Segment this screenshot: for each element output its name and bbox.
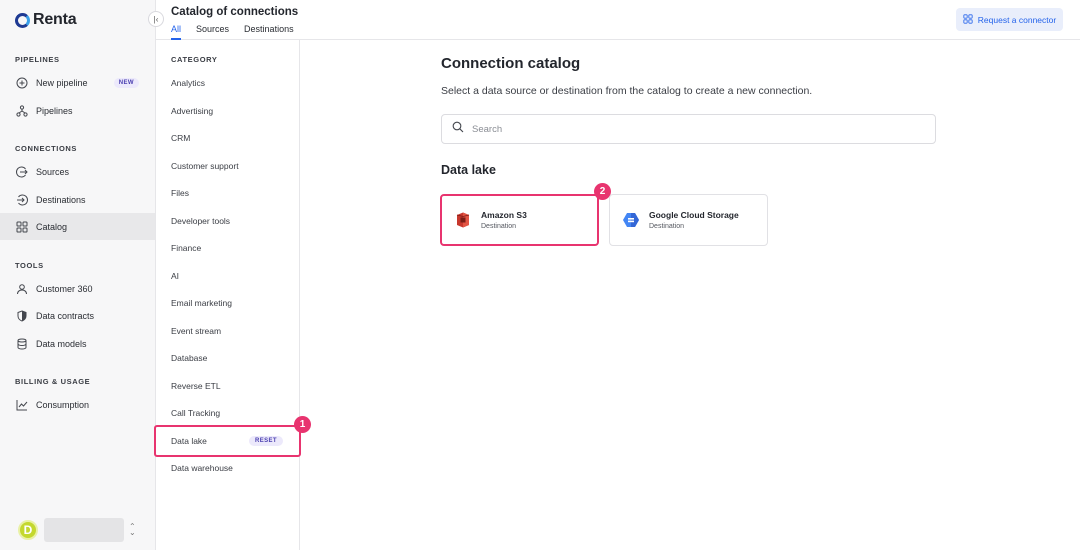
destination-icon <box>16 194 28 206</box>
chevron-left-icon: |‹ <box>153 14 159 24</box>
sidebar-item-catalog[interactable]: Catalog <box>0 213 155 240</box>
main-subtitle: Select a data source or destination from… <box>441 85 813 97</box>
reset-filter-button[interactable]: RESET <box>248 436 283 446</box>
app-name: Renta <box>33 11 77 28</box>
sidebar-item-pipelines[interactable]: Pipelines <box>0 97 155 124</box>
category-item-developer-tools[interactable]: Developer tools <box>171 216 230 226</box>
sidebar-item-new-pipeline[interactable]: New pipeline NEW <box>0 69 155 96</box>
category-item-data-warehouse[interactable]: Data warehouse <box>171 463 233 473</box>
connector-card-google-cloud-storage[interactable]: Google Cloud Storage Destination <box>609 194 768 246</box>
category-item-data-lake[interactable]: Data lake RESET <box>154 425 301 457</box>
main-title: Connection catalog <box>441 55 581 72</box>
shield-icon <box>16 309 28 322</box>
pipeline-icon <box>16 104 28 117</box>
category-item-email-marketing[interactable]: Email marketing <box>171 298 232 308</box>
section-billing: BILLING & USAGE <box>15 377 91 386</box>
card-type: Destination <box>649 223 685 230</box>
request-connector-label: Request a connector <box>977 14 1057 25</box>
grid-plus-icon <box>963 13 973 26</box>
renta-logo-icon <box>15 12 30 28</box>
sidebar-item-data-models[interactable]: Data models <box>0 330 155 357</box>
category-item-crm[interactable]: CRM <box>171 133 190 143</box>
section-tools: TOOLS <box>15 261 44 270</box>
new-badge: NEW <box>113 77 139 88</box>
source-icon <box>16 166 28 178</box>
category-item-analytics[interactable]: Analytics <box>171 78 205 88</box>
amazon-s3-icon <box>454 211 472 229</box>
category-item-database[interactable]: Database <box>171 353 207 363</box>
sidebar-item-label: Data contracts <box>36 310 95 321</box>
category-list: CATEGORY Analytics Advertising CRM Custo… <box>154 40 301 550</box>
search-box[interactable] <box>441 114 936 144</box>
section-pipelines: PIPELINES <box>15 55 60 64</box>
sidebar-item-sources[interactable]: Sources <box>0 158 155 185</box>
page-title: Catalog of connections <box>171 6 299 18</box>
category-item-ai[interactable]: AI <box>171 271 179 281</box>
request-connector-button[interactable]: Request a connector <box>956 8 1063 31</box>
sidebar-item-label: Pipelines <box>36 105 73 116</box>
google-cloud-storage-icon <box>622 211 640 229</box>
tab-destinations[interactable]: Destinations <box>244 24 294 40</box>
tab-bar: All Sources Destinations <box>171 24 309 40</box>
connector-card-amazon-s3[interactable]: Amazon S3 Destination <box>440 194 599 246</box>
chart-icon <box>16 399 28 411</box>
category-item-call-tracking[interactable]: Call Tracking <box>171 408 220 418</box>
sidebar-item-destinations[interactable]: Destinations <box>0 186 155 213</box>
sidebar-item-consumption[interactable]: Consumption <box>0 391 155 418</box>
database-icon <box>16 338 28 350</box>
app-logo[interactable]: Renta <box>15 10 77 30</box>
sidebar-item-label: New pipeline <box>36 77 88 88</box>
plus-circle-icon <box>16 77 28 89</box>
user-name-redacted <box>44 518 124 542</box>
avatar: D <box>18 520 38 540</box>
category-item-event-stream[interactable]: Event stream <box>171 326 221 336</box>
card-type: Destination <box>481 223 517 230</box>
sidebar: Renta PIPELINES New pipeline NEW Pipelin… <box>0 0 156 550</box>
category-item-label: Data lake <box>171 436 207 446</box>
category-item-reverse-etl[interactable]: Reverse ETL <box>171 381 221 391</box>
sidebar-item-data-contracts[interactable]: Data contracts <box>0 302 155 329</box>
sidebar-item-label: Customer 360 <box>36 283 93 294</box>
sidebar-item-customer-360[interactable]: Customer 360 <box>0 275 155 302</box>
grid-icon <box>16 221 28 233</box>
category-item-advertising[interactable]: Advertising <box>171 106 213 116</box>
user-menu[interactable]: D ⌃ ⌄ <box>18 517 138 543</box>
category-item-files[interactable]: Files <box>171 188 189 198</box>
step-marker-1: 1 <box>294 416 311 433</box>
sidebar-item-label: Catalog <box>36 221 68 232</box>
search-input[interactable] <box>472 123 922 135</box>
page-header: Catalog of connections All Sources Desti… <box>156 0 1080 40</box>
card-name: Google Cloud Storage <box>649 210 739 220</box>
category-item-customer-support[interactable]: Customer support <box>171 161 239 171</box>
category-item-finance[interactable]: Finance <box>171 243 201 253</box>
user-icon <box>16 283 28 295</box>
category-heading: CATEGORY <box>171 55 218 64</box>
collapse-sidebar-button[interactable]: |‹ <box>148 11 164 27</box>
chevron-updown-icon: ⌃ ⌄ <box>129 522 136 537</box>
section-connections: CONNECTIONS <box>15 144 78 153</box>
search-icon <box>452 120 464 138</box>
card-name: Amazon S3 <box>481 210 527 220</box>
tab-sources[interactable]: Sources <box>196 24 229 40</box>
sidebar-item-label: Consumption <box>36 399 90 410</box>
sidebar-item-label: Sources <box>36 166 70 177</box>
sidebar-item-label: Data models <box>36 338 87 349</box>
section-title-data-lake: Data lake <box>441 163 496 177</box>
tab-all[interactable]: All <box>171 24 182 40</box>
sidebar-item-label: Destinations <box>36 194 86 205</box>
